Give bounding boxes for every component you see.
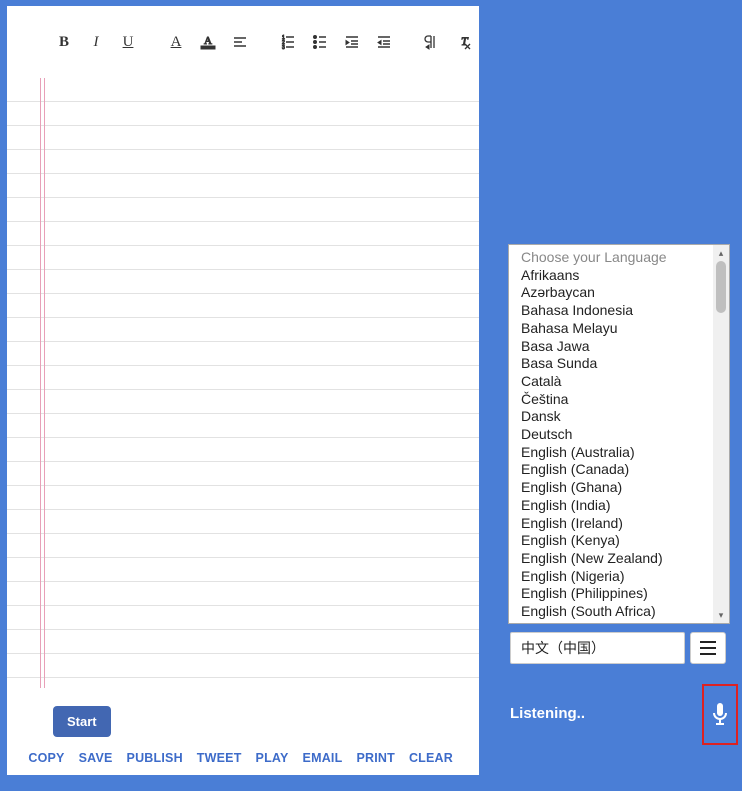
language-option[interactable]: English (Australia) xyxy=(521,444,713,462)
margin-rule xyxy=(44,78,45,688)
email-action[interactable]: EMAIL xyxy=(303,751,343,765)
language-option[interactable]: English (South Africa) xyxy=(521,603,713,621)
copy-action[interactable]: COPY xyxy=(28,751,64,765)
microphone-button[interactable] xyxy=(702,684,738,745)
scrollbar[interactable]: ▴ ▾ xyxy=(713,245,729,623)
language-option[interactable]: English (New Zealand) xyxy=(521,550,713,568)
language-option[interactable]: English (Philippines) xyxy=(521,585,713,603)
language-list[interactable]: Choose your Language AfrikaansAzərbaycan… xyxy=(508,244,730,624)
clear-format-button[interactable]: T xyxy=(455,32,473,52)
publish-action[interactable]: PUBLISH xyxy=(127,751,183,765)
unordered-list-button[interactable] xyxy=(311,32,329,52)
scroll-down-button[interactable]: ▾ xyxy=(713,607,729,623)
language-placeholder: Choose your Language xyxy=(521,249,713,267)
play-action[interactable]: PLAY xyxy=(256,751,289,765)
language-option[interactable]: Basa Sunda xyxy=(521,355,713,373)
language-option[interactable]: English (Nigeria) xyxy=(521,568,713,586)
toolbar: B I U A A 123 T xyxy=(7,6,479,78)
language-option[interactable]: Afrikaans xyxy=(521,267,713,285)
ordered-list-button[interactable]: 123 xyxy=(279,32,297,52)
language-option[interactable]: Dansk xyxy=(521,408,713,426)
selected-language-field[interactable]: 中文（中国） xyxy=(510,632,685,664)
svg-text:A: A xyxy=(204,35,212,47)
bottom-bar: Start COPY SAVE PUBLISH TWEET PLAY EMAIL… xyxy=(7,706,479,765)
status-text: Listening.. xyxy=(510,705,585,722)
underline-button[interactable]: U xyxy=(119,32,137,52)
scroll-thumb[interactable] xyxy=(716,261,726,313)
language-option[interactable]: Čeština xyxy=(521,391,713,409)
print-action[interactable]: PRINT xyxy=(356,751,395,765)
tweet-action[interactable]: TWEET xyxy=(197,751,242,765)
language-option[interactable]: English (Ireland) xyxy=(521,515,713,533)
margin-rule xyxy=(40,78,41,688)
start-button[interactable]: Start xyxy=(53,706,111,737)
language-option[interactable]: Azərbaycan xyxy=(521,284,713,302)
language-option[interactable]: English (Canada) xyxy=(521,461,713,479)
language-scroll[interactable]: Choose your Language AfrikaansAzərbaycan… xyxy=(509,245,713,623)
editor-panel: B I U A A 123 T Start COPY SAVE PUBLISH xyxy=(7,6,479,775)
bold-button[interactable]: B xyxy=(55,32,73,52)
language-option[interactable]: Bahasa Melayu xyxy=(521,320,713,338)
language-option[interactable]: Català xyxy=(521,373,713,391)
language-option[interactable]: Basa Jawa xyxy=(521,338,713,356)
language-option[interactable]: English (Ghana) xyxy=(521,479,713,497)
text-editor-area[interactable] xyxy=(7,78,479,688)
italic-button[interactable]: I xyxy=(87,32,105,52)
language-option[interactable]: English (Kenya) xyxy=(521,532,713,550)
language-option[interactable]: Deutsch xyxy=(521,426,713,444)
action-row: COPY SAVE PUBLISH TWEET PLAY EMAIL PRINT… xyxy=(31,751,455,765)
hamburger-icon xyxy=(698,640,718,656)
text-color-button[interactable]: A xyxy=(167,32,185,52)
indent-button[interactable] xyxy=(375,32,393,52)
scroll-up-button[interactable]: ▴ xyxy=(713,245,729,261)
outdent-button[interactable] xyxy=(343,32,361,52)
highlight-button[interactable]: A xyxy=(199,32,217,52)
align-button[interactable] xyxy=(231,32,249,52)
language-option[interactable]: Bahasa Indonesia xyxy=(521,302,713,320)
language-option[interactable]: English (India) xyxy=(521,497,713,515)
rtl-button[interactable] xyxy=(423,32,441,52)
menu-button[interactable] xyxy=(690,632,726,664)
svg-text:3: 3 xyxy=(282,45,285,50)
save-action[interactable]: SAVE xyxy=(79,751,113,765)
microphone-icon xyxy=(710,702,730,728)
clear-action[interactable]: CLEAR xyxy=(409,751,453,765)
